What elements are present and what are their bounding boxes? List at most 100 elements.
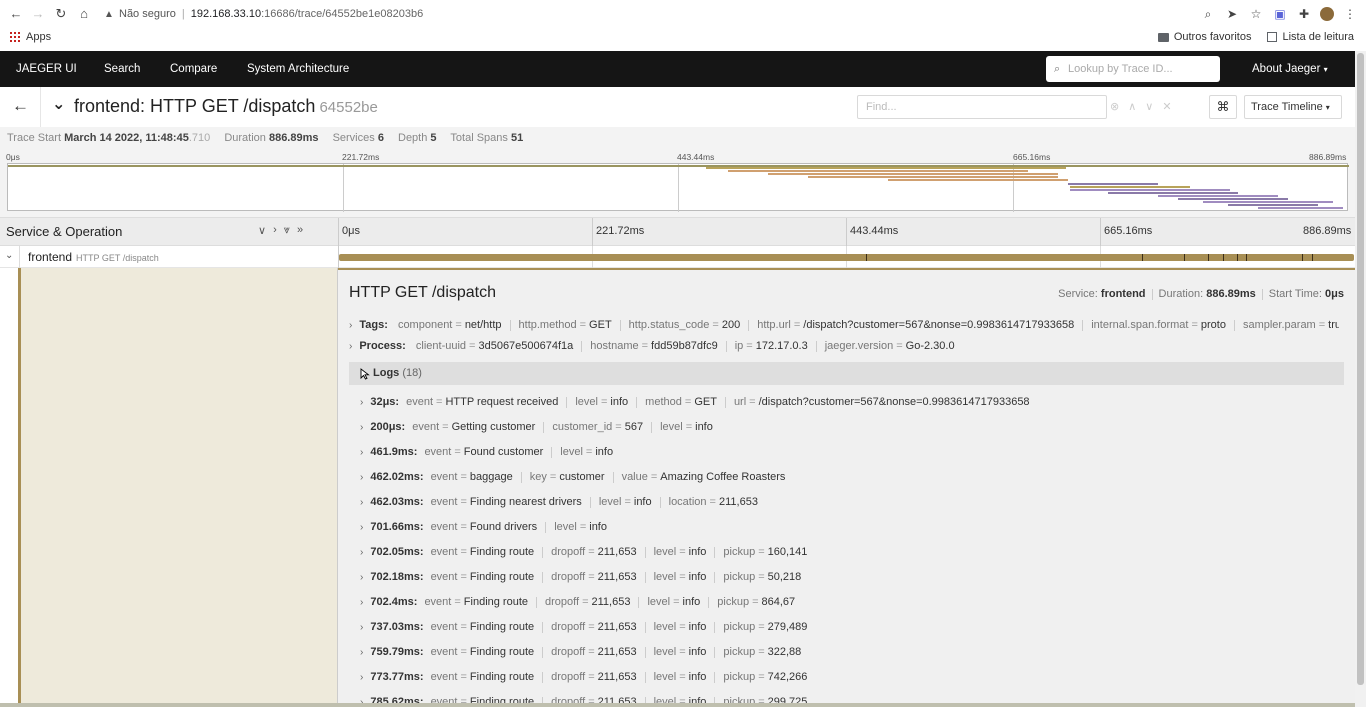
log-row[interactable]: › 759.79ms: event = Finding route dropoff = 211… xyxy=(360,642,801,662)
keyboard-shortcuts-button[interactable]: ⌘ xyxy=(1209,95,1237,119)
kv-key: http.method xyxy=(518,319,577,331)
log-row[interactable]: › 32μs: event = HTTP request received level = i… xyxy=(360,392,1030,412)
scrollbar-thumb[interactable] xyxy=(1357,53,1364,685)
view-select[interactable]: Trace Timeline ▾ xyxy=(1244,95,1342,119)
close-icon[interactable]: ✕ xyxy=(1162,95,1171,119)
kv-key: event xyxy=(430,546,458,558)
kv-equals: = xyxy=(588,546,595,558)
about-jaeger-menu[interactable]: About Jaeger ▾ xyxy=(1252,51,1328,87)
nav-compare[interactable]: Compare xyxy=(170,51,217,87)
url-host: 192.168.33.10 xyxy=(190,8,262,20)
depth-value: 5 xyxy=(430,132,437,144)
log-row[interactable]: › 200μs: event = Getting customer customer_id… xyxy=(360,417,713,437)
logs-section-header[interactable]: Logs (18) xyxy=(349,362,1344,385)
profile-avatar[interactable] xyxy=(1320,7,1334,21)
start-time-label: Start Time: xyxy=(1268,288,1322,300)
service-label: Service: xyxy=(1058,288,1098,300)
log-row[interactable]: › 461.9ms: event = Found customer level = info xyxy=(360,442,613,462)
address-bar[interactable]: ▲ Não seguro | 192.168.33.10:16686/trace/64… xyxy=(104,6,423,23)
collapse-chevron-icon[interactable]: ⌄ xyxy=(52,94,65,114)
span-name: frontend HTTP GET /dispatch xyxy=(28,250,159,264)
log-row[interactable]: › 702.05ms: event = Finding route dropoff = 211… xyxy=(360,542,807,562)
warning-icon: ▲ xyxy=(104,9,114,20)
log-timestamp: 462.02ms: xyxy=(370,471,424,483)
bookmark-reading-list[interactable]: Lista de leitura xyxy=(1267,31,1354,43)
kv-equals: = xyxy=(673,596,680,608)
kv-key: jaeger.version xyxy=(824,340,894,352)
chevron-right-icon: › xyxy=(360,422,364,433)
log-row[interactable]: › 737.03ms: event = Finding route dropoff = 211… xyxy=(360,617,807,637)
kv-pair: event = baggage xyxy=(431,467,513,487)
nav-system-architecture[interactable]: System Architecture xyxy=(247,51,349,87)
find-input[interactable]: Find... xyxy=(857,95,1107,119)
reload-icon[interactable]: ↻ xyxy=(53,6,69,22)
depth-label: Depth xyxy=(398,132,428,144)
kv-pair: pickup = 322,88 xyxy=(723,642,801,662)
kv-key: location xyxy=(668,496,707,508)
minimap-span-bar xyxy=(8,165,1349,167)
span-row[interactable]: ⌄ frontend HTTP GET /dispatch xyxy=(0,246,1355,268)
zoom-icon[interactable]: ⌕ xyxy=(1200,6,1216,22)
prev-match-icon[interactable]: ∧ xyxy=(1128,95,1136,119)
log-row[interactable]: › 702.18ms: event = Finding route dropoff = 211… xyxy=(360,567,801,587)
translate-extension-icon[interactable]: ▣ xyxy=(1272,6,1288,22)
kv-equals: = xyxy=(758,571,765,583)
next-match-icon[interactable]: ∨ xyxy=(1145,95,1153,119)
kv-equals: = xyxy=(709,496,716,508)
bookmark-other-favorites[interactable]: Outros favoritos xyxy=(1157,31,1251,43)
back-arrow-icon[interactable]: ← xyxy=(8,6,24,22)
expand-one-icon[interactable]: › xyxy=(273,224,277,237)
kv-key: event xyxy=(430,521,458,533)
kv-value: Getting customer xyxy=(451,421,536,433)
trace-title: frontend: HTTP GET /dispatch 64552be xyxy=(74,96,378,117)
puzzle-extensions-icon[interactable]: ✚ xyxy=(1296,6,1312,22)
kv-equals: = xyxy=(685,421,693,433)
minimap-canvas[interactable] xyxy=(7,163,1349,212)
kv-pair: method = GET xyxy=(645,392,717,412)
tree-controls: ∨ › ⩔ » xyxy=(258,224,303,237)
chevron-down-icon: ▾ xyxy=(1325,103,1330,112)
kv-value: 200 xyxy=(721,319,741,331)
kv-equals: = xyxy=(600,396,608,408)
send-icon[interactable]: ➤ xyxy=(1224,6,1240,22)
brand-link[interactable]: JAEGER UI xyxy=(16,51,77,87)
trace-page-header: ← ⌄ frontend: HTTP GET /dispatch 64552be … xyxy=(0,87,1355,127)
collapse-all-icon[interactable]: ⩔ xyxy=(284,224,290,237)
trace-title-text: frontend: HTTP GET /dispatch xyxy=(74,96,316,116)
minimap-span-bar xyxy=(888,179,1068,181)
column-resizer[interactable] xyxy=(338,218,339,247)
trace-lookup-input[interactable]: ⌕ Lookup by Trace ID... xyxy=(1046,56,1220,82)
reading-list-icon xyxy=(1267,32,1278,42)
home-icon[interactable]: ⌂ xyxy=(76,6,92,22)
log-row[interactable]: › 702.4ms: event = Finding route dropoff = 211,… xyxy=(360,592,795,612)
find-controls: ⊗ ∧ ∨ ✕ xyxy=(1110,95,1172,119)
back-arrow-icon[interactable]: ← xyxy=(12,96,29,116)
clear-search-icon[interactable]: ⊗ xyxy=(1110,95,1119,119)
trace-minimap[interactable] xyxy=(0,162,1355,217)
expand-all-icon[interactable]: » xyxy=(297,224,303,237)
kv-key: level xyxy=(653,546,677,558)
log-row[interactable]: › 773.77ms: event = Finding route dropoff = 211… xyxy=(360,667,807,687)
page-scrollbar[interactable] xyxy=(1355,51,1366,707)
kv-value: 279,489 xyxy=(767,621,808,633)
log-row[interactable]: › 701.66ms: event = Found drivers level = info xyxy=(360,517,607,537)
minimap-span-bar xyxy=(1070,189,1230,191)
star-icon[interactable]: ☆ xyxy=(1248,6,1264,22)
kv-value: 160,141 xyxy=(767,546,808,558)
kv-key: level xyxy=(647,596,671,608)
forward-arrow-icon[interactable]: → xyxy=(30,6,46,22)
collapse-one-icon[interactable]: ∨ xyxy=(258,224,266,237)
kv-pair: component = net/http xyxy=(398,319,502,331)
kv-equals: = xyxy=(624,496,631,508)
tags-row[interactable]: › Tags: component = net/http http.method = GET… xyxy=(349,319,1339,331)
log-row[interactable]: › 462.02ms: event = baggage key = customer value… xyxy=(360,467,785,487)
process-row[interactable]: › Process: client-uuid = 3d5067e500674f1a ho… xyxy=(349,340,1339,352)
kebab-menu-icon[interactable]: ⋮ xyxy=(1342,6,1358,22)
minimap-ticks: 0μs 221.72ms 443.44ms 665.16ms 886.89ms xyxy=(0,149,1355,162)
nav-search[interactable]: Search xyxy=(104,51,140,87)
chevron-down-icon[interactable]: ⌄ xyxy=(5,250,13,261)
log-row[interactable]: › 462.03ms: event = Finding nearest drivers l… xyxy=(360,492,758,512)
kv-key: hostname xyxy=(590,340,639,352)
span-duration-bar[interactable] xyxy=(339,254,1354,261)
bookmark-apps[interactable]: Apps xyxy=(10,31,51,43)
